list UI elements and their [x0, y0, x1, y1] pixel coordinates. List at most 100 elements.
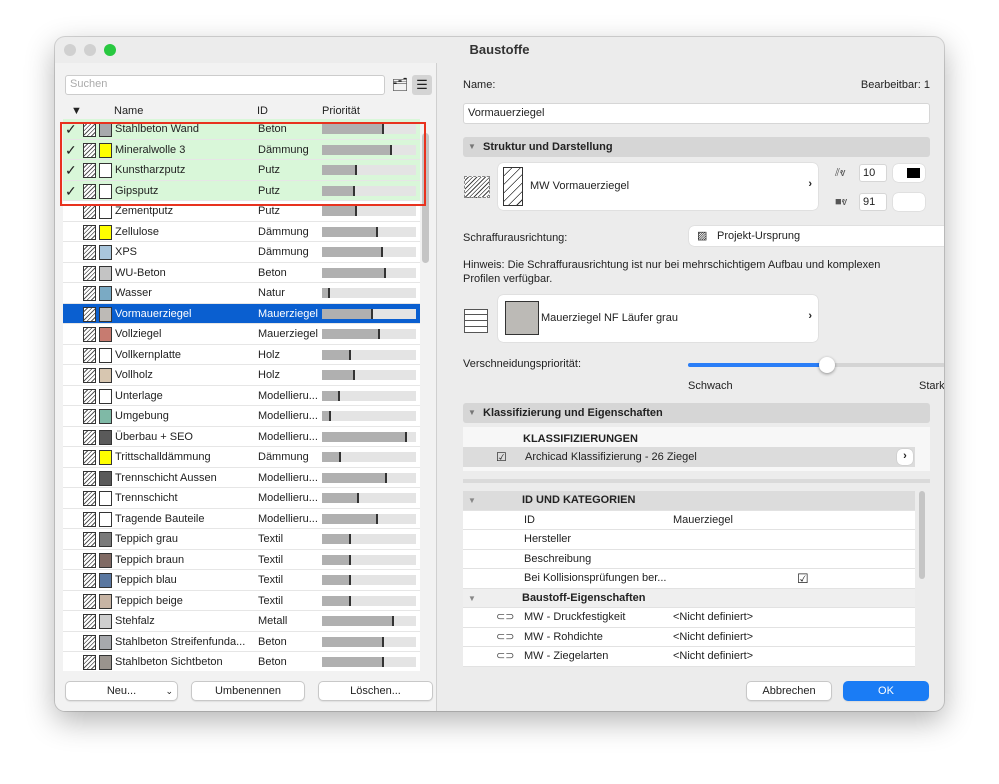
- hatch-pattern-icon: [83, 347, 96, 363]
- material-row[interactable]: Vollziegel Mauerziegel: [63, 324, 420, 345]
- list-view-icon[interactable]: ☰: [412, 75, 432, 95]
- material-row[interactable]: Stehfalz Metall: [63, 611, 420, 632]
- cut-fill-selector[interactable]: MW Vormauerziegel ›: [498, 163, 818, 210]
- priority-bar-fill: [322, 226, 379, 237]
- fill-pen-color[interactable]: [893, 164, 925, 182]
- priority-bar: [322, 411, 416, 421]
- hatch-orientation-icon: ▨: [697, 230, 708, 242]
- priority-bar: [322, 554, 416, 565]
- hatch-pattern-icon: [83, 327, 96, 342]
- classification-row[interactable]: ☑ Archicad Klassifizierung - 26 Ziegel ›: [463, 447, 915, 467]
- material-id: Mauerziegel: [258, 328, 318, 340]
- property-row[interactable]: ⊂⊃ MW - Rohdichte <Nicht definiert>: [463, 627, 915, 647]
- color-swatch: [99, 388, 112, 404]
- fill-pen-input[interactable]: 10: [859, 164, 887, 182]
- priority-bar: [322, 616, 416, 626]
- cut-fill-icon: [464, 176, 490, 198]
- material-row[interactable]: Tragende Bauteile Modellieru...: [63, 509, 420, 529]
- material-id: Textil: [258, 533, 284, 545]
- collapse-icon[interactable]: ▼: [468, 491, 476, 510]
- name-input[interactable]: Vormauerziegel: [463, 103, 930, 124]
- material-row[interactable]: Wasser Natur: [63, 283, 420, 304]
- property-row[interactable]: ID Mauerziegel: [463, 510, 915, 530]
- property-row[interactable]: Beschreibung: [463, 549, 915, 569]
- checkbox-checked-icon[interactable]: ☑: [797, 569, 809, 588]
- zoom-button[interactable]: [104, 44, 116, 56]
- chevron-down-icon[interactable]: ⌄: [165, 682, 173, 700]
- property-row[interactable]: ⊂⊃ MW - Druckfestigkeit <Nicht definiert>: [463, 608, 915, 628]
- material-row[interactable]: XPS Dämmung: [63, 242, 420, 263]
- material-row[interactable]: Umgebung Modellieru...: [63, 406, 420, 427]
- baustoffe-dialog: Baustoffe Suchen 🗂 ☰ ▼ Name ID Priorität…: [55, 37, 944, 711]
- material-row[interactable]: Trittschalldämmung Dämmung: [63, 447, 420, 468]
- priority-slider-fill: [688, 363, 827, 367]
- material-id: Dämmung: [258, 451, 309, 463]
- column-id[interactable]: ID: [257, 105, 268, 117]
- material-row[interactable]: Stahlbeton Sichtbeton Beton: [63, 652, 420, 671]
- material-row[interactable]: Überbau + SEO Modellieru...: [63, 427, 420, 447]
- folder-view-icon[interactable]: 🗂: [390, 75, 410, 95]
- rename-button[interactable]: Umbenennen: [191, 681, 305, 701]
- material-name: Teppich braun: [115, 553, 185, 566]
- new-button[interactable]: Neu... ⌄: [65, 681, 178, 701]
- column-priority[interactable]: Priorität: [322, 105, 360, 117]
- material-row[interactable]: Teppich blau Textil: [63, 570, 420, 591]
- properties-scrollbar[interactable]: [919, 491, 925, 579]
- material-row[interactable]: Teppich beige Textil: [63, 591, 420, 611]
- property-row[interactable]: Hersteller: [463, 530, 915, 550]
- priority-bar-fill: [322, 206, 357, 216]
- collapse-icon[interactable]: ▼: [468, 589, 476, 608]
- weak-label: Schwach: [688, 380, 733, 392]
- property-row[interactable]: ⊂⊃ MW - Ziegelarten <Nicht definiert>: [463, 647, 915, 667]
- hatch-pattern-icon: [83, 450, 96, 465]
- priority-bar: [322, 390, 416, 401]
- material-row[interactable]: Vollholz Holz: [63, 365, 420, 386]
- priority-bar: [322, 534, 416, 544]
- close-button[interactable]: [64, 44, 76, 56]
- search-input[interactable]: Suchen: [65, 75, 385, 95]
- material-name: Trittschalldämmung: [115, 451, 211, 463]
- material-name: Stehfalz: [115, 615, 155, 627]
- section-structure[interactable]: Struktur und Darstellung: [463, 137, 930, 157]
- color-swatch: [99, 245, 112, 260]
- property-row[interactable]: Bei Kollisionsprüfungen ber... ☑: [463, 569, 915, 589]
- material-id: Textil: [258, 553, 284, 566]
- material-row[interactable]: Teppich grau Textil: [63, 529, 420, 550]
- material-row[interactable]: Trennschicht Aussen Modellieru...: [63, 468, 420, 488]
- section-classification[interactable]: Klassifizierung und Eigenschaften: [463, 403, 930, 423]
- cancel-button[interactable]: Abbrechen: [746, 681, 832, 701]
- delete-button[interactable]: Löschen...: [318, 681, 433, 701]
- ok-button[interactable]: OK: [843, 681, 929, 701]
- priority-bar-fill: [322, 513, 379, 524]
- column-name[interactable]: Name: [114, 105, 143, 117]
- hatch-orientation-select[interactable]: ▨ Projekt-Ursprung ⇕: [689, 226, 944, 246]
- group-row[interactable]: ▼ Baustoff-Eigenschaften: [463, 588, 915, 608]
- minimize-button[interactable]: [84, 44, 96, 56]
- id-category-row[interactable]: ▼ ID UND KATEGORIEN: [463, 491, 915, 511]
- priority-bar-fill: [322, 431, 407, 442]
- priority-bar-fill: [322, 493, 359, 503]
- background-pen-color[interactable]: [893, 193, 925, 211]
- material-row[interactable]: WU-Beton Beton: [63, 263, 420, 283]
- property-name: MW - Druckfestigkeit: [524, 611, 626, 623]
- checkbox-checked-icon[interactable]: ☑: [496, 450, 507, 464]
- chevron-right-icon[interactable]: ›: [897, 449, 913, 465]
- material-row[interactable]: Stahlbeton Streifenfunda... Beton: [63, 632, 420, 652]
- priority-bar: [322, 247, 416, 257]
- surface-selector[interactable]: Mauerziegel NF Läufer grau ›: [498, 295, 818, 342]
- priority-slider-knob[interactable]: [818, 357, 835, 373]
- material-row[interactable]: Teppich braun Textil: [63, 550, 420, 570]
- material-row[interactable]: Vollkernplatte Holz: [63, 345, 420, 365]
- intersection-priority-label: Verschneidungspriorität:: [463, 358, 582, 370]
- material-row[interactable]: Unterlage Modellieru...: [63, 386, 420, 406]
- color-swatch: [99, 286, 112, 301]
- material-row[interactable]: Vormauerziegel Mauerziegel: [63, 303, 420, 324]
- priority-slider[interactable]: [688, 357, 944, 373]
- classification-table: KLASSIFIZIERUNGEN ☑ Archicad Klassifizie…: [463, 427, 930, 471]
- background-pen-input[interactable]: 91: [859, 193, 887, 211]
- sort-toggle-icon[interactable]: ▼: [71, 105, 82, 117]
- hatch-pattern-icon: [83, 470, 96, 486]
- material-row[interactable]: Trennschicht Modellieru...: [63, 488, 420, 509]
- color-swatch: [99, 224, 112, 240]
- material-row[interactable]: Zellulose Dämmung: [63, 222, 420, 242]
